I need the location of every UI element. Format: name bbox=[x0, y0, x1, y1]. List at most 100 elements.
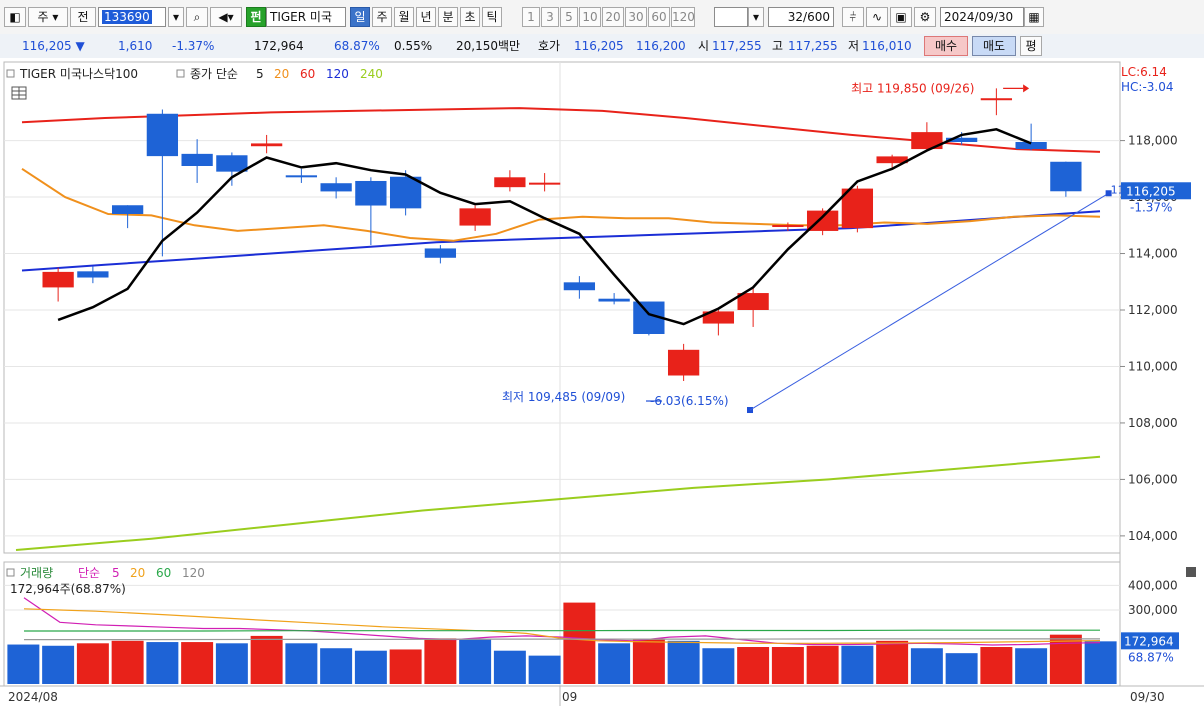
drawing-tool-icon[interactable]: ∿ bbox=[866, 7, 888, 27]
save-icon[interactable]: ▣ bbox=[890, 7, 912, 27]
volume-tick-label: 300,000 bbox=[1128, 603, 1178, 617]
hoga-label: 호가 bbox=[538, 39, 561, 53]
trade-amount: 20,150백만 bbox=[456, 39, 521, 53]
market-type-select[interactable]: 주 ▾ bbox=[28, 7, 68, 27]
stock-code-input[interactable]: 133690 bbox=[98, 7, 166, 27]
volume-bar bbox=[493, 650, 526, 684]
legend-ma-20: 20 bbox=[274, 67, 289, 81]
legend-ma-5: 5 bbox=[256, 67, 264, 81]
volume-bar bbox=[389, 649, 422, 684]
volume-bar bbox=[354, 650, 387, 684]
price-tick-label: 114,000 bbox=[1128, 247, 1178, 261]
period-button-4[interactable]: 분 bbox=[438, 7, 458, 27]
candle-body bbox=[667, 349, 700, 376]
candle-body bbox=[494, 177, 526, 188]
gear-icon[interactable]: ⚙ bbox=[914, 7, 936, 27]
current-price-label: 116,205 bbox=[1126, 184, 1176, 198]
low-price: 116,010 bbox=[862, 39, 912, 53]
volume-bar bbox=[250, 635, 283, 684]
interval-button-120[interactable]: 120 bbox=[671, 7, 695, 27]
volume-bar bbox=[459, 639, 492, 684]
legend-ma-toggle-icon bbox=[176, 69, 185, 78]
quote-bar: 116,205 ▼ 1,610 -1.37% 172,964 68.87% 0.… bbox=[0, 34, 1204, 59]
legend-ma-60: 60 bbox=[300, 67, 315, 81]
interval-button-20[interactable]: 20 bbox=[602, 7, 624, 27]
evaluate-button[interactable]: 평 bbox=[1020, 36, 1042, 56]
high-annotation: 최고 119,850 (09/26) bbox=[851, 81, 974, 95]
open-price: 117,255 bbox=[712, 39, 762, 53]
search-icon[interactable]: ⌕ bbox=[186, 7, 208, 27]
high-price: 117,255 bbox=[788, 39, 838, 53]
period-button-6[interactable]: 틱 bbox=[482, 7, 502, 27]
current-pct-label: -1.37% bbox=[1130, 200, 1172, 214]
volume-bar bbox=[980, 647, 1013, 684]
prev-button[interactable]: 전 bbox=[70, 7, 96, 27]
interval-custom-input[interactable] bbox=[714, 7, 748, 27]
hc-label: HC:-3.04 bbox=[1121, 80, 1174, 94]
bar-count-input[interactable]: 32/600 bbox=[768, 7, 834, 27]
price-tick-label: 110,000 bbox=[1128, 359, 1178, 373]
volume-bar bbox=[111, 640, 144, 684]
candle-body bbox=[598, 298, 630, 302]
price-chart: 104,000 106,000 108,000 110,000 112,000 114,0… bbox=[0, 58, 1204, 710]
low-label: 저 bbox=[848, 39, 860, 53]
down-arrow-icon: ▼ bbox=[75, 39, 85, 53]
stock-code-value: 133690 bbox=[102, 10, 152, 24]
speaker-icon[interactable]: ◀▾ bbox=[210, 7, 242, 27]
x-tick-label: 09/30 bbox=[1130, 690, 1165, 704]
candle-body bbox=[42, 271, 74, 288]
candle-body bbox=[980, 98, 1013, 101]
price-tick-label: 112,000 bbox=[1128, 303, 1178, 317]
code-dropdown-icon[interactable]: ▾ bbox=[168, 7, 184, 27]
period-button-0[interactable]: 일 bbox=[350, 7, 370, 27]
current-price: 116,205 ▼ bbox=[22, 39, 85, 53]
volume-bar bbox=[7, 644, 40, 684]
interval-button-1[interactable]: 1 bbox=[522, 7, 540, 27]
volume-legend-ma-120: 120 bbox=[182, 566, 205, 580]
x-tick-label: 2024/08 bbox=[8, 690, 58, 704]
legend-toggle-icon bbox=[6, 69, 15, 78]
candle-body bbox=[1050, 161, 1082, 192]
candle-body bbox=[355, 180, 387, 206]
price-tick-label: 108,000 bbox=[1128, 416, 1178, 430]
volume-current-pct: 68.87% bbox=[1128, 650, 1174, 664]
candle-body bbox=[285, 175, 318, 178]
turnover-pct: 0.55% bbox=[394, 39, 433, 53]
calendar-icon[interactable]: ▦ bbox=[1024, 7, 1044, 27]
volume-bar bbox=[876, 640, 909, 684]
candle-type-icon[interactable]: ⫩ bbox=[842, 7, 864, 27]
layout-icon[interactable]: ◧ bbox=[4, 7, 26, 27]
volume-bar bbox=[806, 645, 839, 684]
volume-bar bbox=[667, 640, 700, 684]
period-button-5[interactable]: 초 bbox=[460, 7, 480, 27]
period-button-1[interactable]: 주 bbox=[372, 7, 392, 27]
period-button-3[interactable]: 년 bbox=[416, 7, 436, 27]
candle-body bbox=[77, 271, 109, 278]
interval-dropdown-icon[interactable]: ▾ bbox=[748, 7, 764, 27]
volume-bar bbox=[841, 645, 874, 684]
candle-body bbox=[459, 208, 491, 226]
volume-bar bbox=[771, 647, 804, 684]
interval-button-10[interactable]: 10 bbox=[579, 7, 601, 27]
date-input[interactable]: 2024/09/30 bbox=[940, 7, 1024, 27]
lc-label: LC:6.14 bbox=[1121, 65, 1167, 79]
sell-button[interactable]: 매도 bbox=[972, 36, 1016, 56]
close-icon bbox=[1186, 567, 1196, 577]
buy-button[interactable]: 매수 bbox=[924, 36, 968, 56]
interval-button-5[interactable]: 5 bbox=[560, 7, 578, 27]
interval-button-3[interactable]: 3 bbox=[541, 7, 559, 27]
volume-bar bbox=[320, 648, 353, 684]
volume-legend-title: 거래량 bbox=[20, 566, 53, 580]
candle-body bbox=[737, 293, 769, 310]
candle-body bbox=[424, 248, 457, 258]
candle-body bbox=[146, 113, 179, 157]
candle-body bbox=[250, 143, 283, 147]
volume-current-label: 172,964 bbox=[1124, 634, 1174, 648]
toolbar: ◧ 주 ▾ 전 133690 ▾ ⌕ ◀▾ 펀 TIGER 미국 일주월년분초틱… bbox=[0, 0, 1204, 35]
interval-button-30[interactable]: 30 bbox=[625, 7, 647, 27]
interval-button-60[interactable]: 60 bbox=[648, 7, 670, 27]
volume-bar bbox=[737, 647, 770, 684]
volume-ma120-line bbox=[24, 638, 1100, 641]
period-button-2[interactable]: 월 bbox=[394, 7, 414, 27]
legend-ma-120: 120 bbox=[326, 67, 349, 81]
